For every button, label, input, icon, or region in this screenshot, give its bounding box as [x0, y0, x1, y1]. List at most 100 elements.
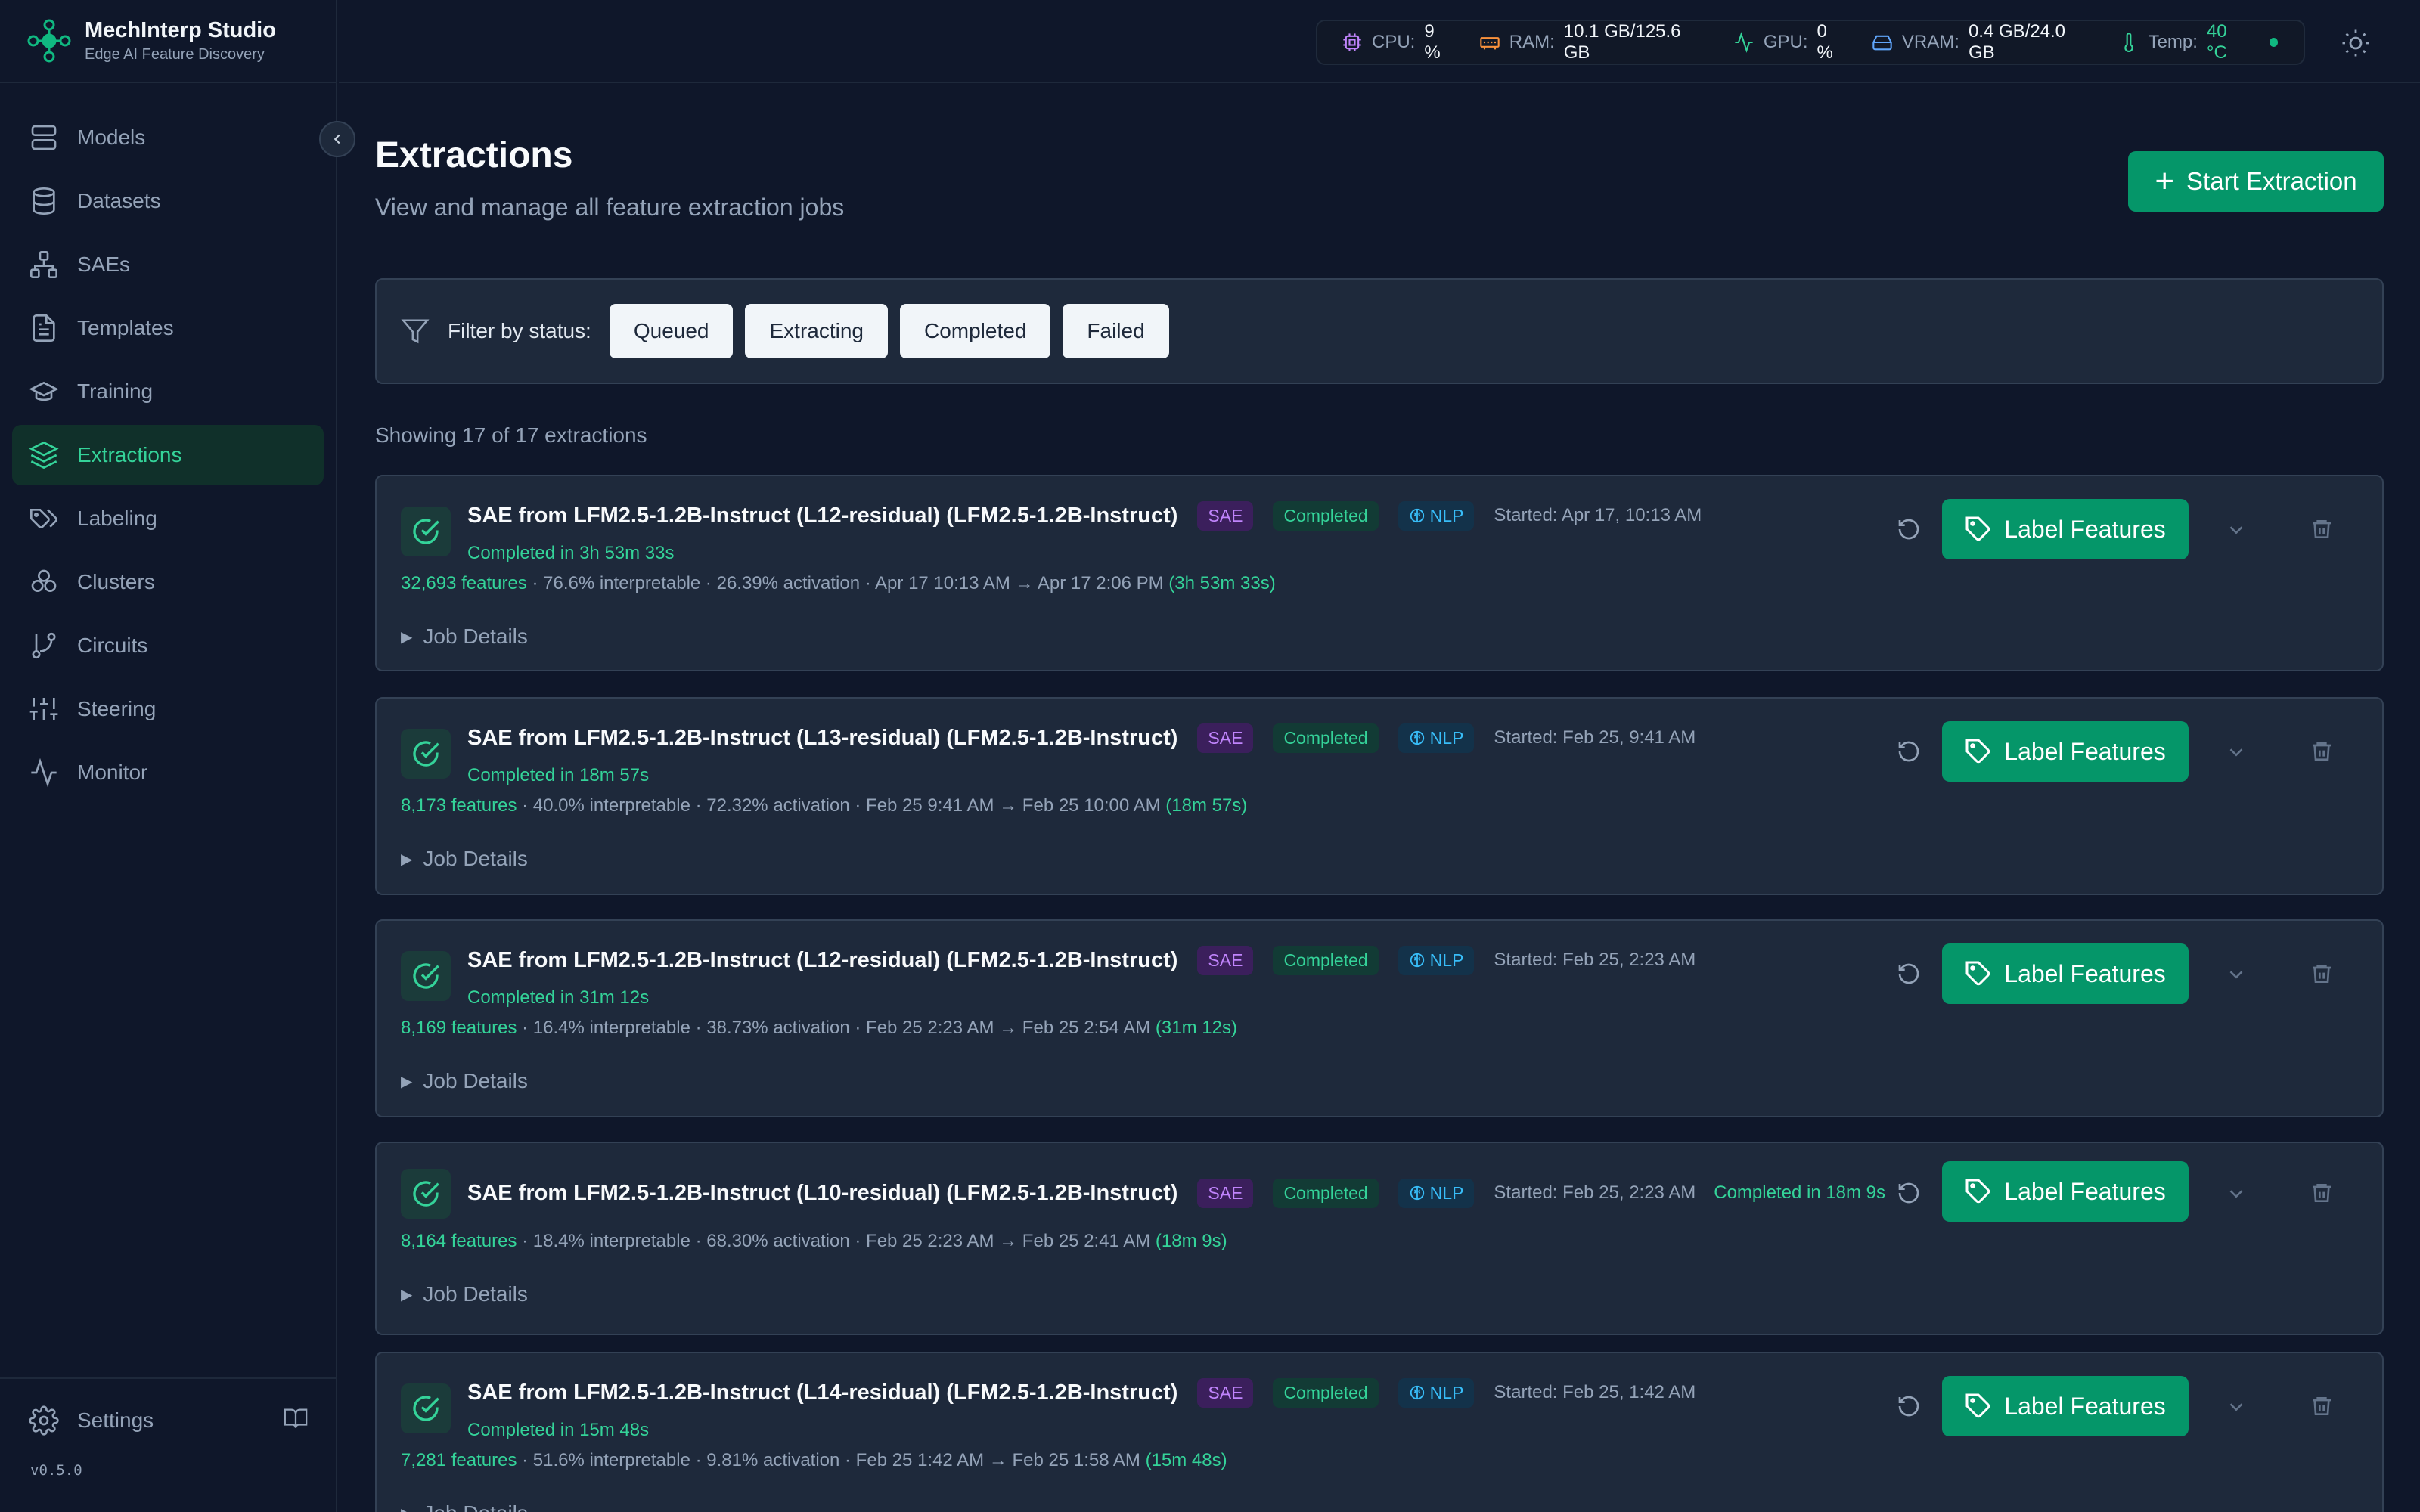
label-features-button[interactable]: Label Features [1942, 499, 2189, 559]
filter-failed[interactable]: Failed [1063, 304, 1169, 358]
retry-icon[interactable] [1897, 1181, 1921, 1205]
domain-badge: NLP [1398, 723, 1475, 753]
start-extraction-button[interactable]: + Start Extraction [2128, 151, 2384, 212]
status-dot [2269, 38, 2278, 47]
type-badge: SAE [1197, 500, 1254, 531]
gpu-value: 0 % [1817, 21, 1833, 63]
sidebar-item-settings[interactable]: Settings [0, 1379, 337, 1462]
sidebar-item-circuits[interactable]: Circuits [12, 615, 324, 676]
sidebar-item-models[interactable]: Models [12, 107, 324, 168]
gpu-stat: GPU: 0 % [1733, 21, 1846, 64]
feature-count: 8,169 features [401, 1018, 517, 1038]
sidebar-item-label: Datasets [77, 189, 161, 212]
retry-icon[interactable] [1897, 517, 1921, 541]
logo-icon [27, 19, 71, 63]
stats-summary: · 18.4% interpretable · 68.30% activatio… [517, 1231, 1156, 1251]
completion-duration: Completed in 18m 57s [467, 765, 650, 785]
check-circle-icon [401, 729, 451, 779]
label-features-button[interactable]: Label Features [1942, 1376, 2189, 1436]
tag-icon [1965, 1179, 1990, 1204]
chevron-down-icon[interactable] [2225, 1182, 2248, 1205]
feature-count: 8,173 features [401, 795, 517, 816]
retry-icon[interactable] [1897, 962, 1921, 986]
feature-count: 8,164 features [401, 1231, 517, 1251]
sidebar-item-datasets[interactable]: Datasets [12, 171, 324, 231]
sidebar-item-steering[interactable]: Steering [12, 679, 324, 739]
check-circle-icon [401, 1383, 451, 1433]
status-badge: Completed [1273, 1178, 1379, 1208]
job-details-toggle[interactable]: ▶ Job Details [401, 1501, 528, 1512]
layers-icon [29, 440, 59, 470]
activity-icon [1733, 32, 1754, 53]
job-details-toggle[interactable]: ▶ Job Details [401, 1069, 528, 1093]
sidebar-item-labeling[interactable]: Labeling [12, 488, 324, 549]
sidebar-item-monitor[interactable]: Monitor [12, 742, 324, 803]
job-details-toggle[interactable]: ▶ Job Details [401, 1282, 528, 1306]
sun-icon [2342, 29, 2369, 57]
label-features-button[interactable]: Label Features [1942, 1161, 2189, 1222]
caret-right-icon: ▶ [401, 1073, 413, 1090]
trash-icon[interactable] [2310, 962, 2334, 986]
extraction-title: SAE from LFM2.5-1.2B-Instruct (L14-resid… [467, 1380, 1178, 1405]
job-details-toggle[interactable]: ▶ Job Details [401, 847, 528, 871]
brain-icon [1410, 1185, 1424, 1201]
sidebar-item-templates[interactable]: Templates [12, 298, 324, 358]
filter-extracting[interactable]: Extracting [745, 304, 888, 358]
status-badge: Completed [1273, 1377, 1379, 1408]
sidebar-item-extractions[interactable]: Extractions [12, 425, 324, 485]
sidebar-item-saes[interactable]: SAEs [12, 234, 324, 295]
temp-value: 40 °C [2206, 21, 2227, 63]
app-name: MechInterp Studio [85, 18, 276, 42]
check-circle-icon [401, 951, 451, 1001]
sidebar-footer: Settings v0.5.0 [0, 1377, 337, 1512]
extraction-stats: 32,693 features · 76.6% interpretable · … [401, 573, 1276, 594]
vram-value: 0.4 GB/24.0 GB [1968, 21, 2066, 63]
extraction-title: SAE from LFM2.5-1.2B-Instruct (L12-resid… [467, 947, 1178, 972]
job-details-label: Job Details [423, 624, 528, 648]
label-features-label: Label Features [2004, 737, 2166, 765]
chevron-down-icon[interactable] [2225, 519, 2248, 541]
cpu-value: 9 % [1424, 21, 1441, 63]
page-title: Extractions [375, 135, 573, 175]
book-icon[interactable] [283, 1405, 309, 1436]
trash-icon[interactable] [2310, 517, 2334, 541]
database-icon [29, 186, 59, 216]
status-badge: Completed [1273, 945, 1379, 975]
sidebar-item-label: Labeling [77, 507, 157, 530]
extraction-title: SAE from LFM2.5-1.2B-Instruct (L12-resid… [467, 503, 1178, 528]
plus-icon: + [2155, 163, 2175, 200]
sidebar-item-label: Monitor [77, 761, 148, 784]
gpu-label: GPU: [1763, 32, 1808, 52]
brain-icon [1410, 730, 1424, 745]
label-features-button[interactable]: Label Features [1942, 943, 2189, 1004]
filter-queued[interactable]: Queued [609, 304, 734, 358]
chevron-down-icon[interactable] [2225, 1396, 2248, 1418]
app-subtitle: Edge AI Feature Discovery [85, 46, 265, 63]
chevron-down-icon[interactable] [2225, 741, 2248, 764]
domain-label: NLP [1429, 1182, 1464, 1203]
retry-icon[interactable] [1897, 739, 1921, 764]
network-icon [29, 249, 59, 280]
chevron-down-icon[interactable] [2225, 963, 2248, 986]
trash-icon[interactable] [2310, 1394, 2334, 1418]
trash-icon[interactable] [2310, 739, 2334, 764]
label-features-button[interactable]: Label Features [1942, 721, 2189, 782]
status-filter-bar: Filter by status: Queued Extracting Comp… [375, 278, 2384, 384]
filter-completed[interactable]: Completed [899, 304, 1051, 358]
sidebar-item-training[interactable]: Training [12, 361, 324, 422]
system-stats-bar: CPU: 9 % RAM: 10.1 GB/125.6 GB GPU: 0 % … [1316, 20, 2305, 65]
job-details-toggle[interactable]: ▶ Job Details [401, 624, 528, 649]
brain-icon [1410, 1385, 1424, 1400]
ram-label: RAM: [1509, 32, 1555, 52]
retry-icon[interactable] [1897, 1394, 1921, 1418]
stats-summary: · 51.6% interpretable · 9.81% activation… [517, 1450, 1146, 1470]
job-details-label: Job Details [423, 1282, 528, 1306]
domain-badge: NLP [1398, 500, 1475, 531]
filter-label: Filter by status: [448, 319, 591, 342]
type-badge: SAE [1197, 723, 1254, 753]
theme-toggle-button[interactable] [2340, 27, 2372, 59]
trash-icon[interactable] [2310, 1181, 2334, 1205]
started-time: Started: Feb 25, 2:23 AM [1494, 950, 1696, 970]
collapse-sidebar-button[interactable] [319, 121, 355, 157]
sidebar-item-clusters[interactable]: Clusters [12, 552, 324, 612]
